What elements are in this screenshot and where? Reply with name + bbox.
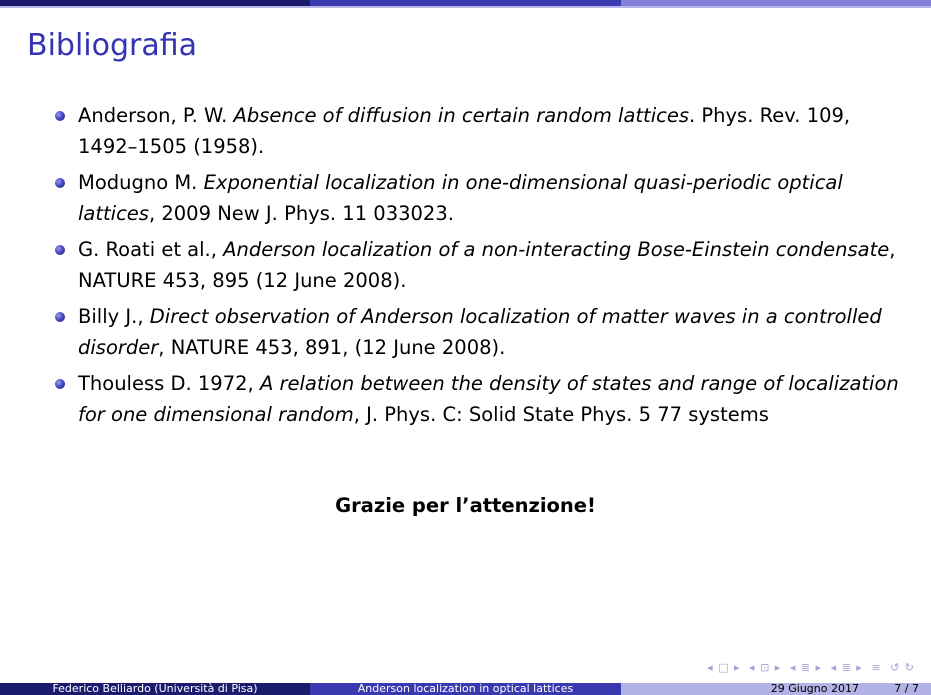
reference-authors: Billy J.,: [78, 305, 150, 328]
reference-source: , NATURE 453, 891, (12 June 2008).: [158, 336, 506, 359]
subsection-nav-icon[interactable]: ◂ ⊡ ▸: [749, 661, 781, 674]
list-item: Billy J., Direct observation of Anderson…: [54, 301, 904, 363]
search-back-forward-icon[interactable]: ↺ ↻: [890, 661, 915, 674]
list-item: Modugno M. Exponential localization in o…: [54, 167, 904, 229]
reference-source: , J. Phys. C: Solid State Phys. 5 77 sys…: [353, 403, 769, 426]
reference-authors: Modugno M.: [78, 171, 204, 194]
navigation-controls: ◂ □ ▸ ◂ ⊡ ▸ ◂ ≣ ▸ ◂ ≣ ▸ ≡ ↺ ↻: [703, 661, 915, 674]
list-item: Thouless D. 1972, A relation between the…: [54, 368, 904, 430]
list-item: Anderson, P. W. Absence of diffusion in …: [54, 100, 904, 162]
reference-title: Anderson localization of a non-interacti…: [223, 238, 890, 261]
reference-authors: Thouless D. 1972,: [78, 372, 260, 395]
reference-title: Absence of diffusion in certain random l…: [233, 104, 690, 127]
header-underline: [0, 6, 931, 8]
outline-icon[interactable]: ≡: [871, 661, 881, 674]
bullet-icon: [55, 312, 65, 322]
header-bar: [0, 0, 931, 8]
reference-authors: G. Roati et al.,: [78, 238, 224, 261]
presentation-nav-icon[interactable]: ◂ ≣ ▸: [831, 661, 863, 674]
bibliography-list: Anderson, P. W. Absence of diffusion in …: [54, 100, 904, 435]
list-item: G. Roati et al., Anderson localization o…: [54, 234, 904, 296]
reference-authors: Anderson, P. W.: [78, 104, 234, 127]
footer-author: Federico Belliardo (Università di Pisa): [0, 683, 310, 695]
reference-source: , 2009 New J. Phys. 11 033023.: [148, 202, 454, 225]
footer-page-number: 7 / 7: [894, 683, 919, 695]
section-nav-icon[interactable]: ◂ ≣ ▸: [790, 661, 822, 674]
footer-bar: Federico Belliardo (Università di Pisa) …: [0, 683, 931, 695]
closing-text: Grazie per l’attenzione!: [335, 494, 596, 517]
footer-date: 29 Giugno 2017: [770, 683, 859, 695]
bullet-icon: [55, 245, 65, 255]
bullet-icon: [55, 111, 65, 121]
frame-title: Bibliografia: [27, 28, 198, 63]
frame-nav-icon[interactable]: ◂ □ ▸: [707, 661, 740, 674]
footer-talk-title: Anderson localization in optical lattice…: [310, 683, 621, 695]
bullet-icon: [55, 379, 65, 389]
bullet-icon: [55, 178, 65, 188]
footer-right: 29 Giugno 2017 7 / 7: [621, 683, 931, 695]
